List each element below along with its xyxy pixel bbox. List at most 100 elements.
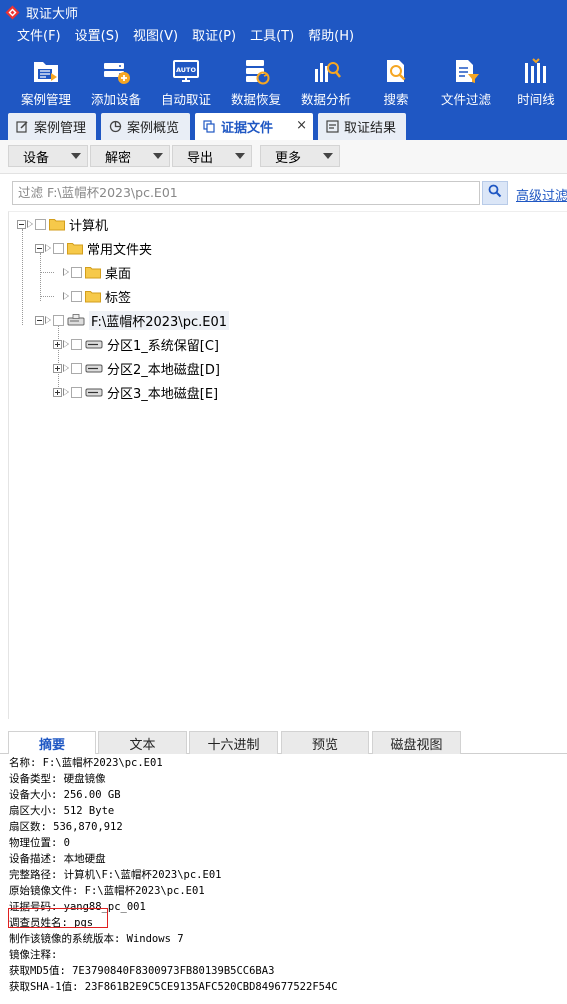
highlight-box bbox=[8, 908, 108, 928]
toolbar-label: 数据恢复 bbox=[230, 92, 281, 107]
tree-label: 分区1_系统保留[C] bbox=[107, 338, 219, 354]
tree-checkbox[interactable] bbox=[71, 266, 82, 278]
add-device-icon bbox=[99, 55, 133, 87]
decrypt-dropdown[interactable]: 解密 bbox=[90, 145, 170, 167]
pie-chart-icon bbox=[107, 119, 123, 135]
summary-line: 扇区大小: 512 Byte bbox=[9, 805, 115, 817]
tree-node-partition-2[interactable]: 分区2_本地磁盘[D] bbox=[53, 358, 220, 378]
tab-preview[interactable]: 预览 bbox=[281, 731, 369, 754]
tab-case-management[interactable]: 案例管理 bbox=[8, 113, 96, 140]
summary-line: 制作该镜像的系统版本: Windows 7 bbox=[9, 933, 184, 945]
chevron-down-icon bbox=[71, 153, 81, 159]
folder-icon bbox=[85, 290, 101, 302]
decrypt-dropdown-label: 解密 bbox=[105, 150, 132, 166]
summary-line: 设备大小: 256.00 GB bbox=[9, 789, 121, 801]
tab-hex[interactable]: 十六进制 bbox=[189, 731, 278, 754]
folder-icon bbox=[67, 242, 83, 254]
case-management-icon bbox=[29, 55, 63, 87]
window-title: 取证大师 bbox=[26, 6, 79, 22]
menu-forensics[interactable]: 取证(P) bbox=[185, 24, 243, 50]
filter-row: 过滤 F:\蓝帽杯2023\pc.E01 高级过滤 bbox=[0, 175, 567, 211]
expand-icon[interactable] bbox=[53, 363, 62, 373]
search-icon bbox=[488, 184, 502, 202]
tree-node-tags[interactable]: 标签 bbox=[63, 286, 131, 306]
summary-line: 物理位置: 0 bbox=[9, 837, 70, 849]
menu-file[interactable]: 文件(F) bbox=[10, 24, 68, 50]
collapse-icon[interactable] bbox=[35, 243, 44, 253]
summary-line: 名称: F:\蓝帽杯2023\pc.E01 bbox=[9, 757, 163, 769]
advanced-filter-link[interactable]: 高级过滤 bbox=[516, 185, 567, 204]
expand-icon[interactable] bbox=[53, 339, 62, 349]
tree-checkbox[interactable] bbox=[53, 314, 64, 326]
tree-checkbox[interactable] bbox=[35, 218, 46, 230]
tab-disk-view[interactable]: 磁盘视图 bbox=[372, 731, 461, 754]
tab-forensic-results[interactable]: 取证结果 bbox=[318, 113, 406, 140]
search-button[interactable]: 搜索 bbox=[364, 50, 428, 110]
tree-arrow-icon bbox=[27, 219, 34, 229]
menu-tools[interactable]: 工具(T) bbox=[243, 24, 301, 50]
tree-arrow-icon bbox=[63, 363, 70, 373]
drive-icon bbox=[85, 364, 103, 373]
summary-line: 原始镜像文件: F:\蓝帽杯2023\pc.E01 bbox=[9, 885, 205, 897]
toolbar-label: 自动取证 bbox=[160, 92, 211, 107]
collapse-icon[interactable] bbox=[35, 315, 44, 325]
edit-icon bbox=[14, 119, 30, 135]
app-window: 取证大师 文件(F) 设置(S) 视图(V) 取证(P) 工具(T) 帮助(H)… bbox=[0, 0, 567, 1004]
auto-forensics-icon: AUTO bbox=[169, 55, 203, 87]
tab-summary[interactable]: 摘要 bbox=[8, 731, 96, 754]
tree-node-common-folders[interactable]: 常用文件夹 bbox=[35, 238, 152, 258]
auto-icon-text: AUTO bbox=[176, 66, 197, 74]
close-icon[interactable]: × bbox=[296, 118, 307, 133]
disk-image-icon bbox=[67, 314, 85, 326]
tree-checkbox[interactable] bbox=[71, 386, 82, 398]
timeline-icon bbox=[519, 55, 553, 87]
data-analysis-icon bbox=[309, 55, 343, 87]
tree-label: 常用文件夹 bbox=[87, 242, 153, 258]
tree-checkbox[interactable] bbox=[71, 338, 82, 350]
tree-label: 桌面 bbox=[105, 266, 132, 282]
tree-arrow-icon bbox=[63, 339, 70, 349]
data-analysis-button[interactable]: 数据分析 bbox=[294, 50, 358, 110]
tree-node-partition-1[interactable]: 分区1_系统保留[C] bbox=[53, 334, 219, 354]
tree-node-partition-3[interactable]: 分区3_本地磁盘[E] bbox=[53, 382, 218, 402]
menu-settings[interactable]: 设置(S) bbox=[68, 24, 126, 50]
summary-line: 设备类型: 硬盘镜像 bbox=[9, 773, 106, 785]
device-dropdown-label: 设备 bbox=[23, 150, 50, 166]
toolbar-label: 时间线 bbox=[517, 92, 555, 107]
auto-forensics-button[interactable]: AUTO 自动取证 bbox=[154, 50, 218, 110]
file-filter-button[interactable]: 文件过滤 bbox=[434, 50, 498, 110]
export-dropdown-label: 导出 bbox=[187, 150, 214, 166]
summary-line: 镜像注释: bbox=[9, 949, 58, 961]
tree-checkbox[interactable] bbox=[53, 242, 64, 254]
tab-evidence-files[interactable]: 证据文件 × bbox=[195, 113, 313, 140]
expand-icon[interactable] bbox=[53, 387, 62, 397]
tab-label: 证据文件 bbox=[221, 121, 274, 136]
tree-checkbox[interactable] bbox=[71, 290, 82, 302]
tree-label: 分区2_本地磁盘[D] bbox=[107, 362, 220, 378]
tree-node-disk-image[interactable]: F:\蓝帽杯2023\pc.E01 bbox=[35, 310, 229, 330]
tree-label: 标签 bbox=[105, 290, 132, 306]
more-dropdown[interactable]: 更多 bbox=[260, 145, 340, 167]
tab-case-overview[interactable]: 案例概览 bbox=[101, 113, 190, 140]
detail-tabs: 摘要 文本 十六进制 预览 磁盘视图 bbox=[0, 731, 567, 754]
collapse-icon[interactable] bbox=[17, 219, 26, 229]
filter-search-button[interactable] bbox=[482, 181, 508, 205]
export-dropdown[interactable]: 导出 bbox=[172, 145, 252, 167]
data-recovery-button[interactable]: 数据恢复 bbox=[224, 50, 288, 110]
tree-node-desktop[interactable]: 桌面 bbox=[63, 262, 131, 282]
tree-checkbox[interactable] bbox=[71, 362, 82, 374]
case-management-button[interactable]: 案例管理 bbox=[14, 50, 78, 110]
tree-node-computer[interactable]: 计算机 bbox=[17, 214, 108, 234]
add-device-button[interactable]: 添加设备 bbox=[84, 50, 148, 110]
toolbar-label: 搜索 bbox=[383, 92, 409, 107]
filter-input[interactable]: 过滤 F:\蓝帽杯2023\pc.E01 bbox=[12, 181, 480, 205]
toolbar-label: 数据分析 bbox=[300, 92, 351, 107]
summary-panel: 名称: F:\蓝帽杯2023\pc.E01 设备类型: 硬盘镜像 设备大小: 2… bbox=[0, 755, 567, 1004]
timeline-button[interactable]: 时间线 bbox=[504, 50, 567, 110]
drive-icon bbox=[85, 340, 103, 349]
device-dropdown[interactable]: 设备 bbox=[8, 145, 88, 167]
tree-label: F:\蓝帽杯2023\pc.E01 bbox=[89, 310, 229, 330]
menu-view[interactable]: 视图(V) bbox=[126, 24, 185, 50]
menu-help[interactable]: 帮助(H) bbox=[301, 24, 361, 50]
tab-text[interactable]: 文本 bbox=[98, 731, 187, 754]
